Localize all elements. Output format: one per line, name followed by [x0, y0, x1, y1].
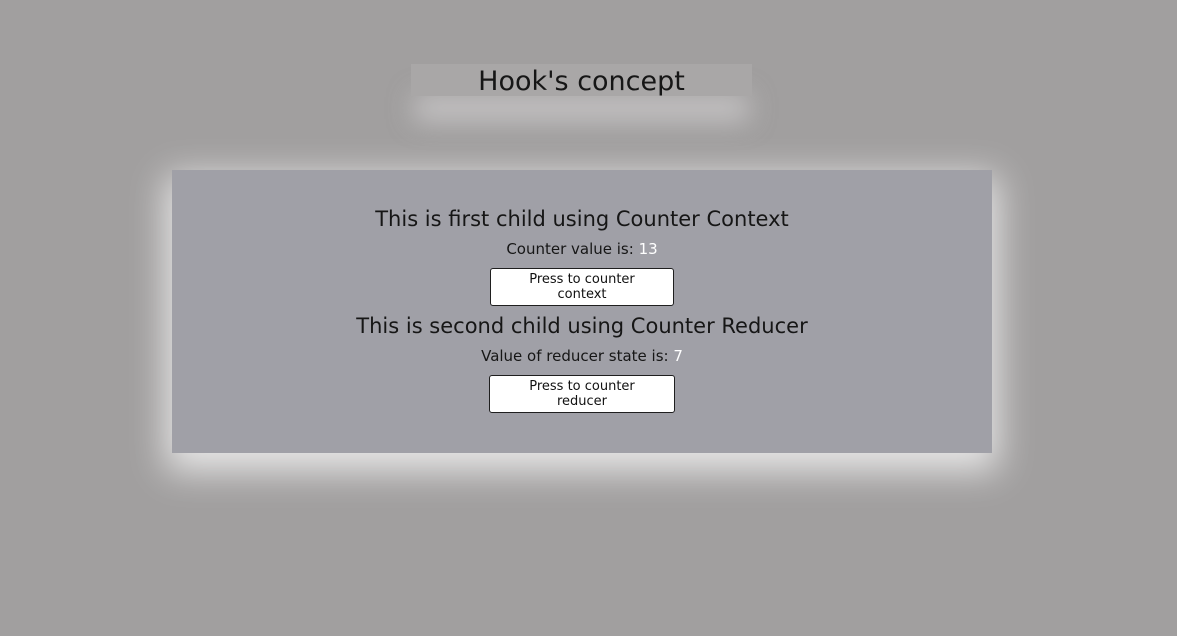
counter-value-line: Counter value is: 13 — [172, 238, 992, 260]
first-child-section: This is first child using Counter Contex… — [172, 206, 992, 306]
counter-reducer-button[interactable]: Press to counter reducer — [489, 375, 675, 413]
counter-value-label: Counter value is: — [506, 240, 639, 258]
reducer-value-label: Value of reducer state is: — [481, 347, 674, 365]
reducer-value-line: Value of reducer state is: 7 — [172, 345, 992, 367]
second-child-section: This is second child using Counter Reduc… — [172, 313, 992, 413]
counter-value: 13 — [638, 240, 658, 258]
first-child-heading: This is first child using Counter Contex… — [375, 207, 789, 231]
reducer-value: 7 — [673, 347, 683, 365]
children-panel: This is first child using Counter Contex… — [172, 170, 992, 453]
page-title: Hook's concept — [478, 66, 685, 97]
second-child-heading: This is second child using Counter Reduc… — [356, 314, 808, 338]
page-title-container: Hook's concept — [411, 64, 752, 97]
counter-context-button[interactable]: Press to counter context — [490, 268, 674, 306]
